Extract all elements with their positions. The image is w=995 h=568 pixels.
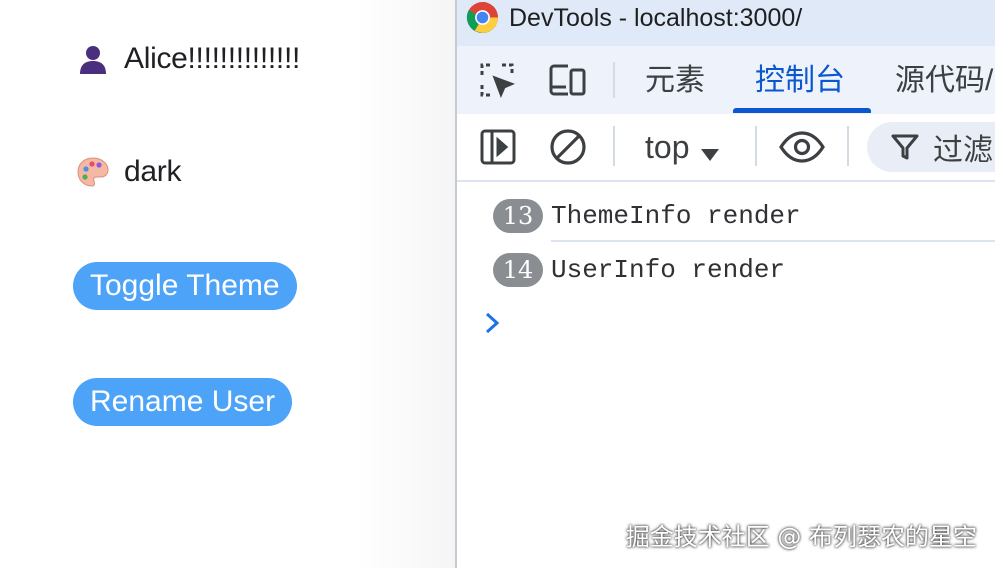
window-shadow: [355, 0, 455, 568]
rename-user-button[interactable]: Rename User: [73, 378, 293, 426]
toolbar-separator: [847, 126, 849, 166]
theme-value: dark: [124, 155, 182, 188]
filter-placeholder: 过滤: [933, 134, 993, 167]
context-value: top: [645, 128, 690, 165]
dropdown-arrow-icon: [701, 132, 720, 169]
filter-funnel-icon: [891, 132, 921, 162]
app-panel: Alice!!!!!!!!!!!!!! dark Toggle Theme Re…: [0, 0, 455, 568]
tab-sources[interactable]: 源代码/: [895, 58, 993, 104]
sidebar-toggle-icon[interactable]: [475, 124, 521, 170]
artist-palette-icon: [76, 155, 110, 189]
person-silhouette-icon: [76, 42, 110, 76]
tab-separator: [613, 62, 615, 98]
devtools-tabbar: 元素 控制台 源代码/: [457, 46, 995, 114]
console-message-text: UserInfo render: [551, 255, 786, 285]
devtools-titlebar: DevTools - localhost:3000/: [457, 0, 995, 46]
toggle-theme-button[interactable]: Toggle Theme: [73, 262, 297, 310]
console-toolbar: top 过滤: [457, 114, 995, 182]
tab-console[interactable]: 控制台: [755, 58, 845, 104]
live-expression-eye-icon[interactable]: [779, 124, 825, 170]
repeat-count-badge: 13: [493, 199, 543, 233]
inspect-element-icon[interactable]: [475, 58, 519, 102]
clear-console-icon[interactable]: [545, 124, 591, 170]
toolbar-separator: [755, 126, 757, 166]
user-name: Alice!!!!!!!!!!!!!!: [124, 42, 301, 75]
devtools-window: DevTools - localhost:3000/ 元素 控制台 源代码/ t…: [455, 0, 995, 568]
console-output: 13 ThemeInfo render 14 UserInfo render: [457, 182, 995, 568]
console-message: 13 ThemeInfo render: [493, 190, 801, 242]
active-tab-indicator: [733, 108, 871, 113]
user-info: Alice!!!!!!!!!!!!!!: [76, 42, 300, 76]
toolbar-separator: [613, 126, 615, 166]
chrome-logo-icon: [466, 1, 499, 34]
console-message-text: ThemeInfo render: [551, 201, 801, 231]
theme-info: dark: [76, 155, 181, 189]
window-title: DevTools - localhost:3000/: [509, 4, 803, 32]
message-divider: [551, 240, 995, 242]
watermark: 掘金技术社区 @ 布列瑟农的星空: [625, 523, 977, 551]
context-selector[interactable]: top: [645, 124, 720, 170]
console-prompt-chevron-icon[interactable]: [485, 308, 505, 338]
console-message: 14 UserInfo render: [493, 244, 785, 296]
repeat-count-badge: 14: [493, 253, 543, 287]
tab-elements[interactable]: 元素: [645, 58, 705, 104]
device-toolbar-icon[interactable]: [545, 58, 589, 102]
filter-input[interactable]: 过滤: [867, 122, 995, 172]
